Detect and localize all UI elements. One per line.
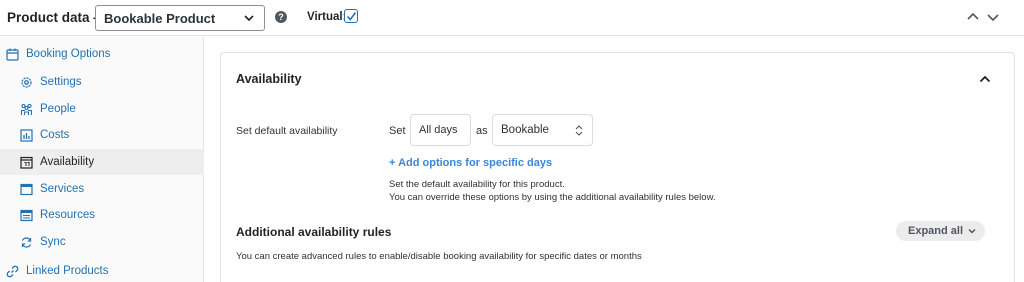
link-icon	[6, 265, 19, 277]
gear-icon	[21, 76, 32, 88]
days-select[interactable]: All days	[410, 114, 471, 146]
product-data-sidebar: Booking Options Settings People Costs Av…	[0, 37, 204, 282]
additional-rules-title: Additional availability rules	[236, 225, 392, 239]
sidebar-item-costs[interactable]: Costs	[0, 122, 204, 148]
sidebar-item-label: Settings	[40, 76, 82, 88]
virtual-label: Virtual:	[307, 11, 347, 23]
sidebar-item-resources[interactable]: Resources	[0, 202, 204, 228]
set-label: Set	[389, 125, 406, 137]
additional-rules-description: You can create advanced rules to enable/…	[236, 251, 642, 262]
availability-panel: Availability Set default availability Se…	[220, 52, 1015, 282]
sidebar-item-label: Services	[40, 183, 85, 195]
arrow-up-icon[interactable]	[966, 10, 980, 24]
sidebar-item-booking-options[interactable]: Booking Options	[0, 41, 204, 67]
checkmark-icon	[346, 11, 356, 21]
as-label: as	[476, 125, 488, 137]
add-specific-days-link[interactable]: + Add options for specific days	[389, 157, 552, 169]
window-icon	[20, 183, 33, 195]
sidebar-item-label: Linked Products	[26, 265, 109, 277]
virtual-checkbox[interactable]	[344, 9, 358, 23]
sidebar-item-label: Availability	[40, 156, 95, 168]
sidebar-item-linked-products[interactable]: Linked Products	[0, 258, 204, 282]
chart-icon	[20, 128, 33, 142]
help-icon[interactable]: ?	[275, 11, 287, 23]
sidebar-item-settings[interactable]: Settings	[0, 69, 204, 95]
expand-all-button[interactable]: Expand all	[896, 221, 985, 241]
sidebar-item-label: Costs	[40, 129, 70, 141]
calendar-day-icon	[20, 156, 33, 169]
chevron-up-icon[interactable]	[978, 72, 992, 86]
days-value: All days	[419, 124, 458, 136]
calendar-icon	[6, 48, 19, 61]
expand-all-label: Expand all	[908, 225, 964, 237]
help-text-line-2: You can override these options by using …	[389, 192, 716, 203]
help-text-line-1: Set the default availability for this pr…	[389, 179, 565, 190]
sidebar-item-label: Sync	[40, 236, 66, 248]
default-availability-label: Set default availability	[236, 125, 338, 137]
panel-title: Availability	[236, 72, 302, 86]
chevron-down-icon	[244, 15, 254, 22]
product-data-header: Product data — Bookable Product ? Virtua…	[0, 0, 1024, 36]
sync-icon	[21, 236, 32, 248]
availability-status-select[interactable]: Bookable	[492, 114, 593, 146]
arrow-down-icon[interactable]	[986, 10, 1000, 24]
sidebar-item-sync[interactable]: Sync	[0, 229, 204, 255]
sidebar-item-label: Booking Options	[26, 48, 111, 60]
updown-chevron-icon	[575, 125, 583, 136]
sidebar-item-services[interactable]: Services	[0, 176, 204, 202]
status-value: Bookable	[501, 124, 549, 136]
sidebar-item-people[interactable]: People	[0, 96, 204, 122]
sidebar-item-label: People	[40, 103, 76, 115]
chevron-down-icon	[968, 228, 976, 234]
sidebar-item-label: Resources	[40, 209, 95, 221]
product-data-title: Product data —	[7, 10, 107, 25]
product-type-value: Bookable Product	[104, 10, 216, 26]
product-type-select[interactable]: Bookable Product	[95, 5, 265, 31]
people-icon	[20, 103, 33, 115]
sidebar-item-availability[interactable]: Availability	[0, 149, 204, 175]
window-icon	[20, 209, 33, 221]
